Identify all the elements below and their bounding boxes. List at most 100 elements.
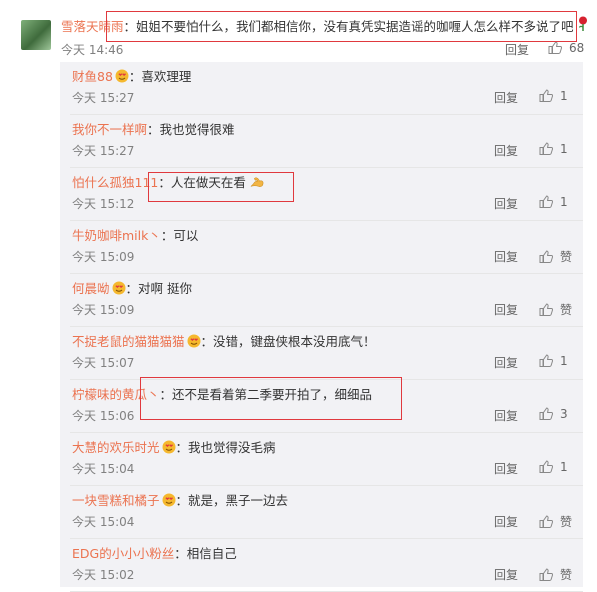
list-item: 牛奶咖啡milk丶：可以今天 15:09 回复 赞	[60, 221, 583, 274]
reply-username[interactable]: 怕什么孤独111	[72, 175, 158, 190]
list-item: 怕什么孤独111：人在做天在看 今天 15:12 回复 1	[60, 168, 583, 221]
reply-button[interactable]: 回复	[494, 513, 518, 530]
avatar[interactable]	[21, 20, 51, 50]
like-button[interactable]: 赞	[539, 513, 572, 530]
reply-button[interactable]: 回复	[494, 89, 518, 106]
reply-line: EDG的小小小粉丝：相信自己	[72, 543, 237, 562]
list-item: 财鱼88 ：喜欢理理今天 15:27 回复 1	[60, 62, 583, 115]
comment-time: 今天 14:46	[61, 43, 124, 57]
reply-username[interactable]: 我你不一样啊	[72, 122, 147, 137]
reply-time: 今天 15:09	[72, 303, 135, 317]
list-item: 何晨呦 ：对啊 挺你今天 15:09 回复 赞	[60, 274, 583, 327]
reply-time: 今天 15:12	[72, 197, 135, 211]
thumbs-up-icon	[539, 303, 553, 316]
like-count: 68	[569, 41, 585, 55]
thumbs-up-icon	[539, 515, 553, 528]
reply-time: 今天 15:27	[72, 91, 135, 105]
thumbs-up-icon	[539, 142, 553, 155]
like-button[interactable]: 赞	[539, 301, 572, 318]
list-item: 不捉老鼠的猫猫猫猫 ：没错，键盘侠根本没用底气！ 今天 15:07 回复 1	[60, 327, 583, 380]
reply-time: 今天 15:27	[72, 144, 135, 158]
heart-eyes-emoji-icon	[187, 334, 201, 348]
reply-button[interactable]: 回复	[494, 142, 518, 159]
reply-button[interactable]: 回复	[494, 566, 518, 583]
list-item: 我你不一样啊：我也觉得很难 今天 15:27 回复 1	[60, 115, 583, 168]
reply-text: ：就是，黑子一边去	[175, 493, 289, 508]
heart-eyes-emoji-icon	[162, 440, 176, 454]
like-button[interactable]: 赞	[539, 248, 572, 265]
reply-line: 一块雪糕和橘子 ：就是，黑子一边去	[72, 490, 288, 509]
reply-button[interactable]: 回复	[494, 460, 518, 477]
reply-line: 财鱼88 ：喜欢理理	[72, 66, 191, 85]
thumbs-up-icon	[539, 89, 553, 102]
reply-username[interactable]: 牛奶咖啡milk丶	[72, 228, 161, 243]
like-count: 1	[560, 195, 568, 209]
reply-text: ：我也觉得没毛病	[175, 440, 276, 455]
reply-username[interactable]: 一块雪糕和橘子	[72, 493, 160, 508]
reply-button[interactable]: 回复	[505, 41, 529, 58]
heart-eyes-emoji-icon	[115, 69, 129, 83]
like-count: 赞	[560, 515, 573, 529]
rose-emoji-icon	[577, 16, 589, 34]
reply-time: 今天 15:04	[72, 462, 135, 476]
like-button[interactable]: 1	[539, 89, 568, 103]
heart-eyes-emoji-icon	[162, 493, 176, 507]
reply-button[interactable]: 回复	[494, 354, 518, 371]
reply-time: 今天 15:04	[72, 515, 135, 529]
thumbs-up-icon	[539, 568, 553, 581]
like-button[interactable]: 赞	[539, 566, 572, 583]
reply-text: ：相信自己	[174, 546, 237, 561]
highlight-box	[140, 377, 402, 420]
highlight-box	[106, 11, 577, 42]
like-count: 3	[560, 407, 568, 421]
reply-button[interactable]: 回复	[494, 195, 518, 212]
reply-text: ：我也觉得很难	[147, 122, 235, 137]
like-button[interactable]: 1	[539, 195, 568, 209]
thumbs-up-icon	[539, 354, 553, 367]
reply-time: 今天 15:09	[72, 250, 135, 264]
thumbs-up-icon	[539, 250, 553, 263]
reply-button[interactable]: 回复	[494, 248, 518, 265]
reply-text: ：可以	[160, 228, 199, 243]
reply-text: ：对啊 挺你	[125, 281, 192, 296]
like-count: 赞	[560, 250, 573, 264]
reply-time: 今天 15:07	[72, 356, 135, 370]
thumbs-up-icon	[539, 407, 553, 420]
list-item: 一块雪糕和橘子 ：就是，黑子一边去今天 15:04 回复 赞	[60, 486, 583, 539]
like-count: 1	[560, 142, 568, 156]
reply-text: ：喜欢理理	[128, 69, 192, 84]
list-item: EDG的小小小粉丝：相信自己今天 15:02 回复 赞	[60, 539, 583, 592]
reply-line: 我你不一样啊：我也觉得很难	[72, 119, 235, 138]
reply-button[interactable]: 回复	[494, 301, 518, 318]
thumbs-up-icon	[548, 41, 562, 54]
highlight-box	[148, 172, 294, 202]
reply-line: 大慧的欢乐时光 ：我也觉得没毛病	[72, 437, 276, 456]
reply-time: 今天 15:06	[72, 409, 135, 423]
like-count: 赞	[560, 568, 573, 582]
reply-time: 今天 15:02	[72, 568, 135, 582]
reply-username[interactable]: 何晨呦	[72, 281, 110, 296]
reply-username[interactable]: 大慧的欢乐时光	[72, 440, 160, 455]
like-button[interactable]: 3	[539, 407, 568, 421]
reply-username[interactable]: EDG的小小小粉丝	[72, 546, 174, 561]
heart-eyes-emoji-icon	[112, 281, 126, 295]
reply-username[interactable]: 不捉老鼠的猫猫猫猫	[72, 334, 185, 349]
reply-button[interactable]: 回复	[494, 407, 518, 424]
like-count: 赞	[560, 303, 573, 317]
like-count: 1	[560, 460, 568, 474]
thumbs-up-icon	[539, 195, 553, 208]
like-count: 1	[560, 89, 568, 103]
like-button[interactable]: 1	[539, 354, 568, 368]
list-item: 大慧的欢乐时光 ：我也觉得没毛病今天 15:04 回复 1	[60, 433, 583, 486]
reply-line: 何晨呦 ：对啊 挺你	[72, 278, 192, 297]
like-button[interactable]: 1	[539, 460, 568, 474]
like-count: 1	[560, 354, 568, 368]
reply-line: 牛奶咖啡milk丶：可以	[72, 225, 198, 244]
reply-text: ：没错，键盘侠根本没用底气！	[200, 334, 376, 349]
thumbs-up-icon	[539, 460, 553, 473]
like-button[interactable]: 68	[548, 41, 584, 55]
reply-username[interactable]: 财鱼88	[72, 69, 113, 84]
like-button[interactable]: 1	[539, 142, 568, 156]
replies-list: 财鱼88 ：喜欢理理 今天 15:27 回复 1 我你不一样啊：我也觉得很难 今天 15:2…	[60, 62, 583, 592]
reply-line: 不捉老鼠的猫猫猫猫 ：没错，键盘侠根本没用底气！	[72, 331, 376, 350]
